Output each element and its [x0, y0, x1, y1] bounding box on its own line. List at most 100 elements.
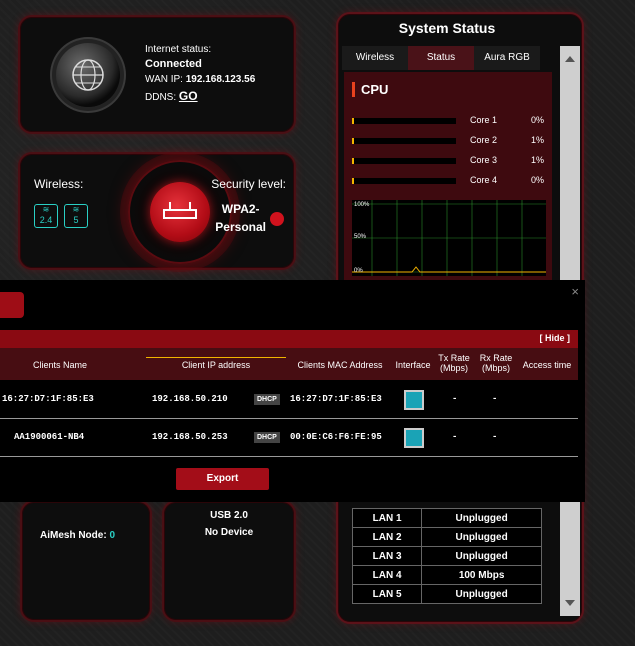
export-button[interactable]: Export — [176, 468, 269, 490]
router-icon — [163, 202, 197, 219]
dhcp-badge: DHCP — [254, 432, 280, 443]
security-value-line1: WPA2- — [221, 202, 260, 216]
lan-status: Unplugged — [421, 546, 542, 566]
security-value-line2: Personal — [215, 220, 266, 234]
clients-hide-bar: [ Hide ] — [0, 330, 578, 348]
client-ip: 192.168.50.253 — [152, 432, 228, 442]
ethernet-icon — [404, 428, 424, 448]
table-row[interactable]: AA1900061-NB4 192.168.50.253 DHCP 00:0E:… — [0, 418, 578, 456]
header-tx-rate[interactable]: Tx Rate (Mbps) — [436, 353, 472, 373]
core-name: Core 1 — [470, 115, 498, 125]
lan-status: Unplugged — [421, 584, 542, 604]
tab-wireless[interactable]: Wireless — [342, 46, 408, 70]
cpu-title: CPU — [352, 82, 388, 97]
table-row[interactable]: 16:27:D7:1F:85:E3 192.168.50.210 DHCP 16… — [0, 380, 578, 418]
core-pct: 0% — [530, 175, 544, 185]
clients-table-header: Clients Name Client IP address Clients M… — [0, 348, 578, 380]
rx-rate: - — [492, 432, 498, 442]
graph-label-100: 100% — [354, 202, 370, 208]
wan-ip-value: 192.168.123.56 — [185, 74, 256, 85]
table-row: LAN 1 Unplugged — [351, 508, 542, 528]
wireless-label: Wireless: — [34, 177, 84, 191]
core-bar-fill — [352, 178, 354, 184]
core-bar-fill — [352, 138, 354, 144]
header-mac[interactable]: Clients MAC Address — [290, 360, 390, 370]
status-tabs: Wireless Status Aura RGB — [342, 46, 540, 70]
usb-status: No Device — [204, 527, 254, 538]
lan-port: LAN 1 — [351, 508, 423, 528]
rx-rate: - — [492, 394, 498, 404]
header-interface[interactable]: Interface — [392, 360, 434, 370]
tab-status[interactable]: Status — [408, 46, 474, 70]
client-name: AA1900061-NB4 — [14, 432, 85, 442]
globe-icon[interactable] — [56, 43, 120, 107]
lan-port: LAN 2 — [351, 527, 423, 547]
header-access-time[interactable]: Access time — [518, 360, 576, 370]
scroll-up-icon[interactable] — [565, 56, 575, 62]
header-clients-name[interactable]: Clients Name — [20, 360, 100, 370]
header-rx-rate[interactable]: Rx Rate (Mbps) — [476, 353, 516, 373]
client-ip: 192.168.50.210 — [152, 394, 228, 404]
aimesh-panel: AiMesh Node: 0 — [20, 500, 152, 622]
lan-port: LAN 5 — [351, 584, 423, 604]
client-name: 16:27:D7:1F:85:E3 — [2, 394, 94, 404]
core-pct: 0% — [530, 115, 544, 125]
band-5-label: 5 — [73, 215, 79, 225]
aimesh-label: AiMesh Node: — [40, 530, 107, 541]
close-icon[interactable]: × — [571, 284, 579, 299]
core-row: Core 4 0% — [352, 174, 548, 188]
wifi-24-icon[interactable]: ≋ 2.4 — [34, 204, 58, 228]
table-row: LAN 2 Unplugged — [351, 527, 542, 547]
aimesh-count[interactable]: 0 — [109, 530, 115, 541]
usb-label: USB 2.0 — [210, 510, 248, 521]
lan-status: Unplugged — [421, 527, 542, 547]
scroll-down-icon[interactable] — [565, 600, 575, 606]
internet-status-label: Internet status: — [145, 44, 212, 55]
tx-rate: - — [452, 432, 458, 442]
ddns-go-link[interactable]: GO — [179, 89, 198, 103]
client-mac: 00:0E:C6:F6:FE:95 — [290, 432, 382, 442]
usb-panel: USB 2.0 No Device — [162, 500, 296, 622]
lan-ports-table: LAN 1 Unplugged LAN 2 Unplugged LAN 3 Unplu… — [351, 508, 542, 604]
system-status-title: System Status — [398, 20, 496, 36]
lan-status: 100 Mbps — [421, 565, 542, 585]
cpu-usage-graph: 100% 50% 0% — [352, 200, 546, 276]
core-bar-fill — [352, 158, 354, 164]
lan-port: LAN 4 — [351, 565, 423, 585]
band-24-label: 2.4 — [39, 215, 53, 225]
lan-status: Unplugged — [421, 508, 542, 528]
graph-label-50: 50% — [354, 234, 367, 240]
wifi-5-icon[interactable]: ≋ 5 — [64, 204, 88, 228]
hide-link[interactable]: [ Hide ] — [540, 333, 571, 343]
ethernet-icon — [404, 390, 424, 410]
client-mac: 16:27:D7:1F:85:E3 — [290, 394, 382, 404]
lan-port: LAN 3 — [351, 546, 423, 566]
core-pct: 1% — [530, 135, 544, 145]
wan-ip-label: WAN IP: — [145, 74, 183, 85]
lock-icon — [270, 212, 284, 226]
table-row: LAN 3 Unplugged — [351, 546, 542, 566]
internet-status-value: Connected — [145, 58, 202, 70]
cpu-box: CPU Core 1 0% Core 2 1% Core 3 1% Core 4… — [344, 72, 552, 282]
core-row: Core 2 1% — [352, 134, 548, 148]
modal-tab-button[interactable] — [0, 292, 24, 318]
core-row: Core 3 1% — [352, 154, 548, 168]
tx-rate: - — [452, 394, 458, 404]
internet-status-panel: Internet status: Connected WAN IP: 192.1… — [18, 15, 296, 134]
security-level-label: Security level: — [211, 177, 286, 191]
ddns-label: DDNS: — [145, 92, 177, 103]
core-name: Core 4 — [470, 175, 498, 185]
core-bar-fill — [352, 118, 354, 124]
tab-aura-rgb[interactable]: Aura RGB — [474, 46, 540, 70]
core-name: Core 2 — [470, 135, 498, 145]
clients-modal: × [ Hide ] Clients Name Client IP addres… — [0, 280, 585, 502]
graph-label-0: 0% — [354, 268, 363, 274]
dhcp-badge: DHCP — [254, 394, 280, 405]
core-pct: 1% — [530, 155, 544, 165]
core-name: Core 3 — [470, 155, 498, 165]
wireless-panel: Wireless: ≋ 2.4 ≋ 5 Security level: WPA2… — [18, 152, 296, 270]
table-row: LAN 5 Unplugged — [351, 584, 542, 604]
header-client-ip[interactable]: Client IP address — [146, 357, 286, 370]
router-button[interactable] — [150, 182, 210, 242]
core-row: Core 1 0% — [352, 114, 548, 128]
